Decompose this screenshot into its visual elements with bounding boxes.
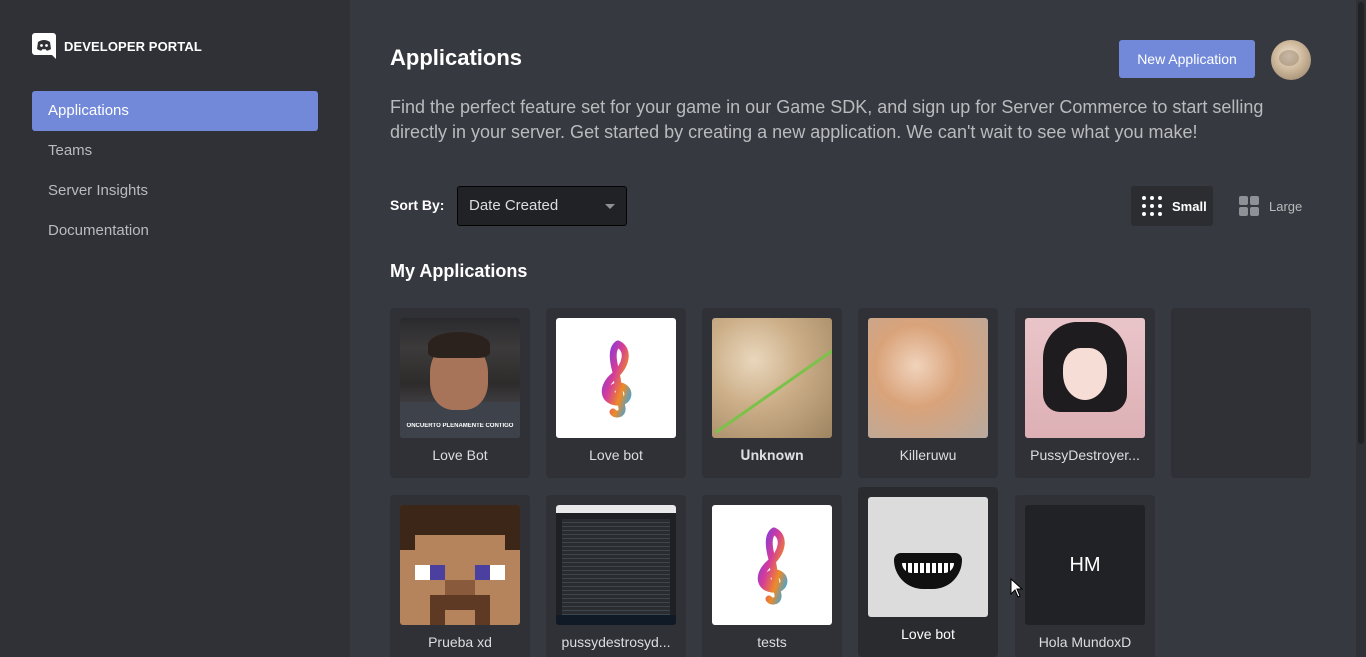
chevron-down-icon: [605, 204, 615, 209]
grid-squares-icon: [1239, 196, 1259, 216]
app-name: PussyDestroyer...: [1030, 447, 1140, 463]
app-card[interactable]: Love bot: [546, 308, 686, 478]
app-card[interactable]: Prueba xd: [390, 495, 530, 657]
brand[interactable]: DEVELOPER PORTAL: [32, 33, 202, 59]
app-card[interactable]: tests: [702, 495, 842, 657]
treble-clef-icon: [757, 527, 788, 605]
app-name: Love bot: [589, 447, 643, 463]
app-icon: [400, 505, 520, 625]
view-small-button[interactable]: Small: [1131, 186, 1213, 226]
app-name: pussydestrosyd...: [561, 634, 671, 650]
sidebar: DEVELOPER PORTAL Applications Teams Serv…: [0, 0, 350, 657]
app-card-placeholder: [1171, 308, 1311, 478]
avatar[interactable]: [1271, 40, 1311, 80]
app-icon: [868, 497, 988, 617]
discord-logo-icon: [32, 33, 56, 59]
app-card[interactable]: pussydestrosyd...: [546, 495, 686, 657]
app-icon: [1025, 318, 1145, 438]
app-icon-initials: HM: [1025, 505, 1145, 625]
treble-clef-icon: [601, 340, 632, 418]
app-name: Prueba xd: [428, 634, 492, 650]
app-icon: ONCUERTO PLENAMENTE CONTIGO: [400, 318, 520, 438]
app-name: Killeruwu: [899, 447, 957, 463]
sidebar-item-server-insights[interactable]: Server Insights: [32, 171, 318, 211]
grid-dots-icon: [1142, 196, 1162, 216]
view-small-label: Small: [1172, 198, 1207, 214]
scrollbar[interactable]: [1356, 0, 1366, 657]
app-card[interactable]: Love bot: [858, 487, 998, 657]
sidebar-item-applications[interactable]: Applications: [32, 91, 318, 131]
mouse-cursor-icon: [1010, 578, 1024, 598]
view-large-button[interactable]: Large: [1229, 186, 1311, 226]
app-icon: [556, 505, 676, 625]
app-card[interactable]: 𝐔𝐧𝐤𝐧𝐨𝐰𝐧: [702, 308, 842, 478]
sort-select[interactable]: Date Created: [457, 186, 627, 226]
page-description: Find the perfect feature set for your ga…: [390, 97, 1264, 142]
app-name: 𝐔𝐧𝐤𝐧𝐨𝐰𝐧: [740, 447, 804, 463]
app-name: Love bot: [901, 626, 955, 642]
sort-selected-value: Date Created: [469, 197, 559, 214]
sidebar-nav: Applications Teams Server Insights Docum…: [32, 91, 318, 251]
app-card[interactable]: Killeruwu: [858, 308, 998, 478]
app-icon: [712, 505, 832, 625]
section-title: My Applications: [390, 261, 528, 281]
app-card[interactable]: ONCUERTO PLENAMENTE CONTIGO Love Bot: [390, 308, 530, 478]
thumbnail-caption: ONCUERTO PLENAMENTE CONTIGO: [406, 423, 514, 429]
sort-label: Sort By:: [390, 197, 445, 213]
app-icon: [556, 318, 676, 438]
app-icon-placeholder: [1181, 318, 1301, 438]
app-icon: [712, 318, 832, 438]
new-application-button[interactable]: New Application: [1119, 40, 1255, 78]
app-card[interactable]: PussyDestroyer...: [1015, 308, 1155, 478]
scrollbar-thumb[interactable]: [1358, 2, 1364, 444]
brand-title: DEVELOPER PORTAL: [64, 38, 202, 54]
app-card[interactable]: HM Hola MundoxD: [1015, 495, 1155, 657]
sidebar-item-documentation[interactable]: Documentation: [32, 211, 318, 251]
view-large-label: Large: [1269, 198, 1303, 214]
sidebar-item-teams[interactable]: Teams: [32, 131, 318, 171]
app-name: Love Bot: [432, 447, 488, 463]
app-icon: [868, 318, 988, 438]
page-title: Applications: [390, 45, 523, 70]
app-name: tests: [757, 634, 787, 650]
app-name: Hola MundoxD: [1038, 634, 1132, 650]
